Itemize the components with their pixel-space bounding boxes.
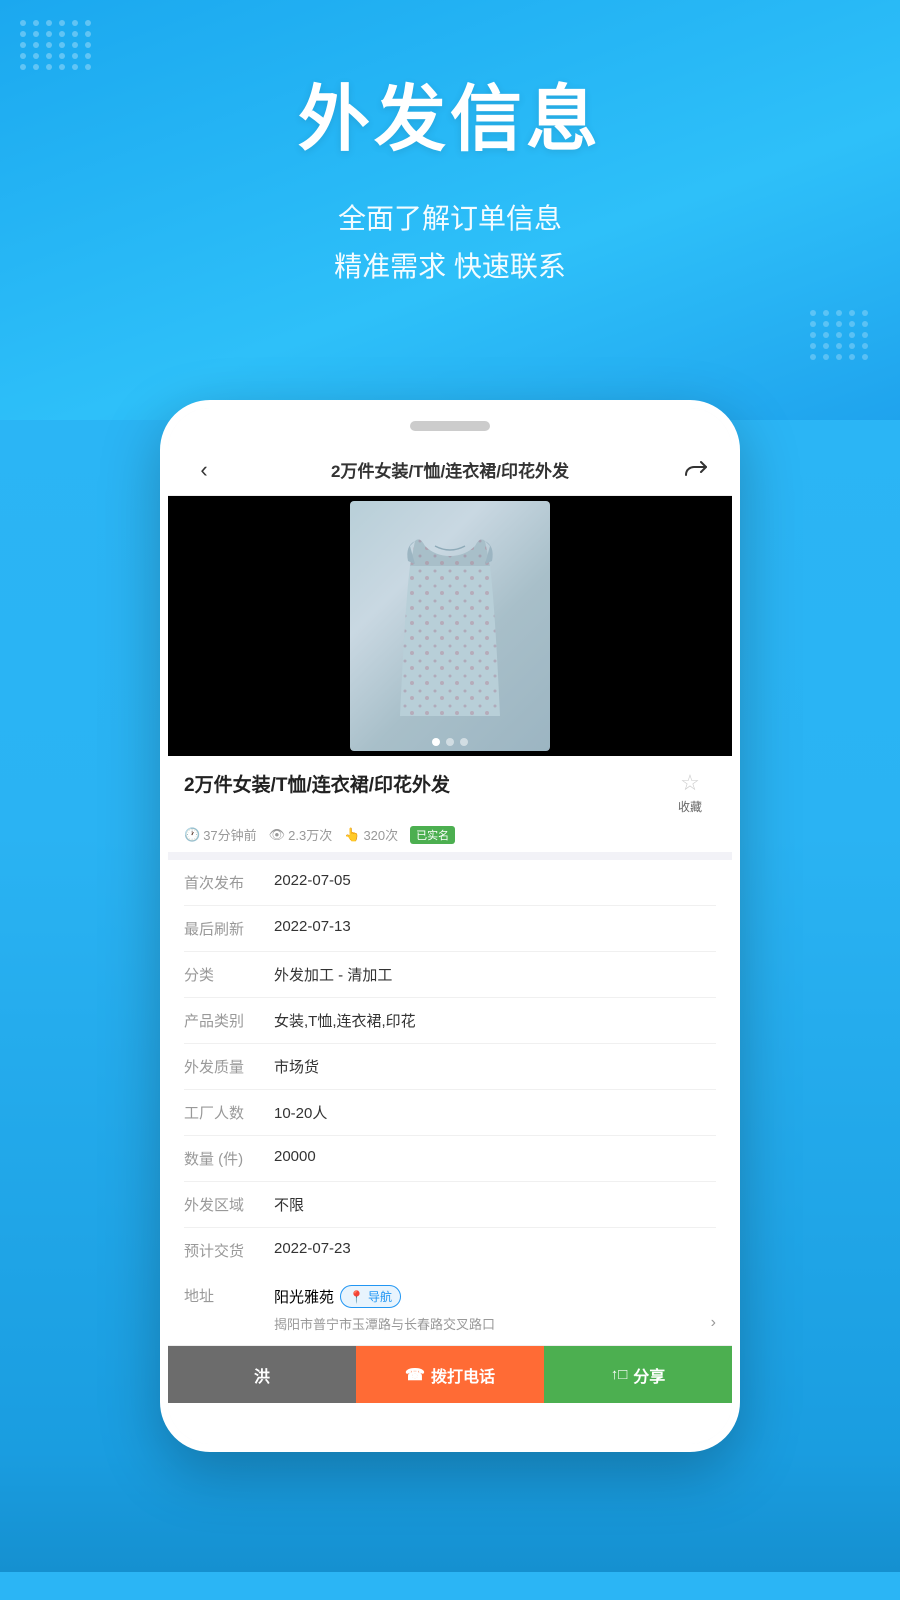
- eye-icon: 👁: [269, 827, 286, 843]
- detail-row: 数量 (件)20000: [184, 1136, 716, 1182]
- product-gallery: [168, 496, 732, 756]
- bottom-action-bar: 洪 ☎ 拨打电话 ↑□ 分享: [168, 1345, 732, 1403]
- favorite-label: 收藏: [678, 798, 702, 815]
- nav-badge[interactable]: 📍 导航: [340, 1285, 401, 1308]
- back-button[interactable]: ‹: [186, 452, 222, 488]
- detail-row: 首次发布2022-07-05: [184, 860, 716, 906]
- gallery-dots: [432, 738, 468, 746]
- nav-badge-icon: 📍: [349, 1290, 364, 1304]
- detail-label: 分类: [184, 964, 274, 985]
- product-title-row: 2万件女装/T恤/连衣裙/印花外发 ☆ 收藏: [184, 770, 716, 815]
- product-image: [350, 501, 550, 751]
- detail-value: 2022-07-05: [274, 872, 716, 889]
- detail-value: 20000: [274, 1148, 716, 1165]
- detail-row: 工厂人数10-20人: [184, 1090, 716, 1136]
- nav-bar: ‹ 2万件女装/T恤/连衣裙/印花外发: [168, 444, 732, 496]
- favorite-area[interactable]: ☆ 收藏: [664, 770, 716, 815]
- phone-container: ‹ 2万件女装/T恤/连衣裙/印花外发: [0, 420, 900, 1452]
- address-arrow-icon: ›: [711, 1314, 716, 1332]
- gallery-dot-1: [432, 738, 440, 746]
- detail-row: 分类外发加工 - 清加工: [184, 952, 716, 998]
- share-icon-btn: ↑□: [611, 1366, 628, 1383]
- detail-row: 产品类别女装,T恤,连衣裙,印花: [184, 998, 716, 1044]
- detail-value: 市场货: [274, 1056, 716, 1077]
- detail-label: 外发区域: [184, 1194, 274, 1215]
- product-meta: 🕐 37分钟前 👁 2.3万次 👆 320次 已实名: [184, 825, 716, 844]
- gallery-dot-2: [446, 738, 454, 746]
- meta-views: 👁 2.3万次: [269, 825, 333, 844]
- detail-row: 外发质量市场货: [184, 1044, 716, 1090]
- address-line2-row: 揭阳市普宁市玉潭路与长春路交叉路口 ›: [274, 1312, 716, 1333]
- phone-mockup: ‹ 2万件女装/T恤/连衣裙/印花外发: [160, 400, 740, 1452]
- details-table: 首次发布2022-07-05最后刷新2022-07-13分类外发加工 - 清加工…: [168, 860, 732, 1273]
- decorative-dots-br: [810, 310, 870, 360]
- hero-subtitle: 全面了解订单信息 精准需求 快速联系: [334, 195, 566, 290]
- detail-value: 2022-07-23: [274, 1240, 716, 1257]
- decorative-dots-tl: [20, 20, 93, 70]
- hand-icon: 👆: [344, 827, 360, 843]
- contact-label: 洪: [254, 1363, 270, 1387]
- detail-label: 产品类别: [184, 1010, 274, 1031]
- detail-label: 预计交货: [184, 1240, 274, 1261]
- bottom-decoration: [0, 1452, 900, 1572]
- star-icon: ☆: [680, 770, 700, 796]
- hero-section: 外发信息 全面了解订单信息 精准需求 快速联系: [0, 0, 900, 420]
- detail-label: 首次发布: [184, 872, 274, 893]
- call-button[interactable]: ☎ 拨打电话: [356, 1346, 544, 1403]
- share-label: 分享: [633, 1363, 665, 1387]
- detail-row: 外发区域不限: [184, 1182, 716, 1228]
- address-sub: 揭阳市普宁市玉潭路与长春路交叉路口: [274, 1314, 711, 1333]
- product-info: 2万件女装/T恤/连衣裙/印花外发 ☆ 收藏 🕐 37分钟前 👁 2.3万次: [168, 756, 732, 860]
- app-content: ‹ 2万件女装/T恤/连衣裙/印花外发: [168, 444, 732, 1444]
- gallery-right-panel: [632, 496, 732, 756]
- clock-icon: 🕐: [184, 827, 200, 843]
- detail-value: 10-20人: [274, 1102, 716, 1123]
- address-row: 地址 阳光雅苑 📍 导航 揭阳市普宁市玉潭路与长春路交叉路口 ›: [184, 1273, 716, 1345]
- meta-time: 🕐 37分钟前: [184, 825, 257, 844]
- address-section: 地址 阳光雅苑 📍 导航 揭阳市普宁市玉潭路与长春路交叉路口 ›: [168, 1273, 732, 1345]
- detail-label: 工厂人数: [184, 1102, 274, 1123]
- detail-value: 外发加工 - 清加工: [274, 964, 716, 985]
- phone-notch-pill: [410, 421, 490, 431]
- product-title: 2万件女装/T恤/连衣裙/印花外发: [184, 770, 664, 797]
- detail-label: 数量 (件): [184, 1148, 274, 1169]
- detail-value: 女装,T恤,连衣裙,印花: [274, 1010, 716, 1031]
- gallery-dot-3: [460, 738, 468, 746]
- phone-icon: ☎: [405, 1365, 425, 1385]
- share-icon[interactable]: [678, 452, 714, 488]
- share-button[interactable]: ↑□ 分享: [544, 1346, 732, 1403]
- nav-title: 2万件女装/T恤/连衣裙/印花外发: [222, 457, 678, 482]
- address-line1: 阳光雅苑 📍 导航: [274, 1285, 716, 1308]
- verified-badge: 已实名: [410, 826, 455, 844]
- phone-notch-bar: [168, 408, 732, 444]
- detail-label: 外发质量: [184, 1056, 274, 1077]
- address-label: 地址: [184, 1285, 274, 1306]
- nav-badge-label: 导航: [368, 1288, 392, 1305]
- call-label: 拨打电话: [431, 1363, 495, 1387]
- detail-label: 最后刷新: [184, 918, 274, 939]
- detail-row: 最后刷新2022-07-13: [184, 906, 716, 952]
- detail-value: 不限: [274, 1194, 716, 1215]
- detail-value: 2022-07-13: [274, 918, 716, 935]
- meta-favcount: 👆 320次: [344, 825, 398, 844]
- address-detail: 阳光雅苑 📍 导航 揭阳市普宁市玉潭路与长春路交叉路口 ›: [274, 1285, 716, 1333]
- address-name: 阳光雅苑: [274, 1286, 334, 1307]
- detail-row: 预计交货2022-07-23: [184, 1228, 716, 1273]
- gallery-left-panel: [168, 496, 268, 756]
- hero-title: 外发信息: [298, 60, 602, 165]
- contact-button[interactable]: 洪: [168, 1346, 356, 1403]
